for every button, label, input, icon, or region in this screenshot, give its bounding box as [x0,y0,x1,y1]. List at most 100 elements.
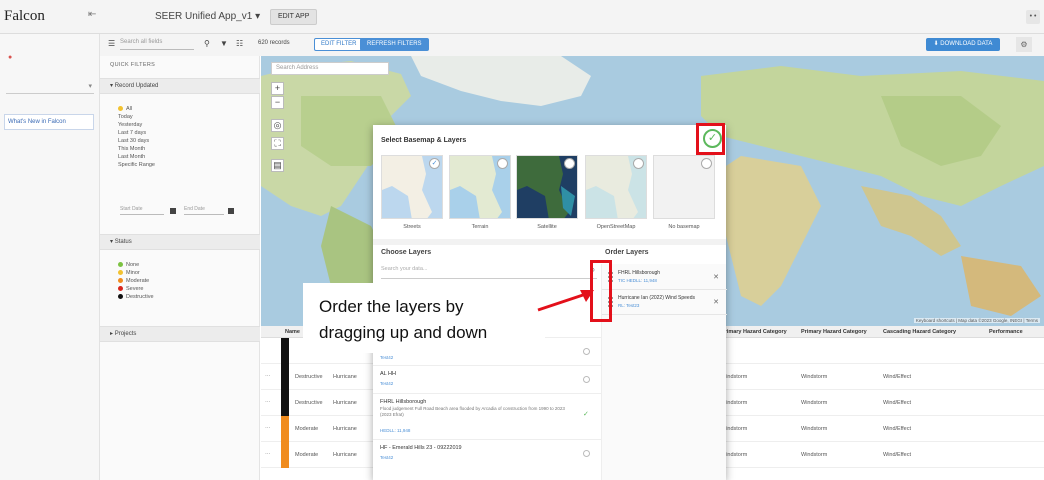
map-search-input[interactable]: Search Address [271,62,389,75]
workspace-select[interactable]: ▾ [6,82,94,94]
radio-icon [633,158,644,169]
status-option[interactable]: Destructive [118,294,154,300]
order-layer-name: FHRL Hillsborough [618,270,661,276]
more-options-button[interactable]: • • [1026,10,1040,24]
whats-new-button[interactable]: What's New in Falcon [4,114,94,130]
radio-icon[interactable] [583,450,590,457]
column-header[interactable]: Primary Hazard Category [801,329,867,335]
radio-icon[interactable] [583,376,590,383]
basemap-openstreetmap[interactable] [585,155,647,219]
layer-meta: Test42 [380,381,394,386]
filter-option[interactable]: Last 30 days [118,138,149,144]
zoom-in-button[interactable]: + [271,82,284,95]
fullscreen-icon[interactable]: ⛶ [271,137,284,150]
locate-icon[interactable]: ◎ [271,119,284,132]
dialog-title: Select Basemap & Layers [381,137,467,144]
cell-status: Moderate [295,426,319,432]
remove-layer-icon[interactable]: ✕ [713,298,719,306]
app-title[interactable]: SEER Unified App_v1 ▾ [155,11,260,22]
remove-layer-icon[interactable]: ✕ [713,273,719,281]
order-layer-item[interactable]: Hurricane Ian (2022) Wind Speeds RL: Tes… [602,291,727,315]
column-header[interactable]: Name [285,329,300,335]
order-layers-panel: FHRL Hillsborough TIC HEDLL: 11,948 ✕ Hu… [601,264,727,480]
settings-icon[interactable]: ⚙ [1016,37,1032,52]
record-updated-section[interactable]: ▾ Record Updated [100,78,260,94]
order-layer-meta: RL: Test23 [618,303,640,308]
layer-search-placeholder: Search your data... [381,266,428,272]
layer-list-item[interactable]: FHRL Hillsborough Flood judgement Full R… [373,393,601,439]
cell-code: Hurricane [333,374,357,380]
filter-option[interactable]: This Month [118,146,145,152]
status-option[interactable]: None [118,262,139,268]
filter-option[interactable]: Last Month [118,154,145,160]
radio-selected-icon [118,106,123,112]
filter-option[interactable]: All [118,106,132,112]
search-input[interactable]: Search all fields [120,39,194,50]
collapse-sidebar-icon[interactable]: ⇤ [88,9,96,20]
cell-code: Hurricane [333,426,357,432]
highlight-confirm-box [696,123,725,155]
refresh-filters-button[interactable]: REFRESH FILTERS [360,38,429,51]
cell-cascading: Wind/Effect [883,426,912,432]
search-icon[interactable]: ⚲ [204,39,210,48]
annotation-arrow [537,290,594,312]
row-expand-icon[interactable]: ⋯ [265,426,271,432]
layer-name: AL HH [380,371,396,377]
row-expand-icon[interactable]: ⋯ [265,400,271,406]
status-section[interactable]: ▾ Status [100,234,260,250]
row-expand-icon[interactable]: ⋯ [265,452,271,458]
section-label: Record Updated [114,83,159,89]
edit-app-button[interactable]: EDIT APP [270,9,318,25]
radio-icon[interactable] [583,348,590,355]
checked-icon[interactable]: ✓ [583,410,589,418]
row-expand-icon[interactable]: ⋯ [265,374,271,380]
status-option[interactable]: Severe [118,286,143,292]
basemap-satellite[interactable] [516,155,578,219]
status-option[interactable]: Minor [118,270,140,276]
layer-list-item[interactable]: HF - Emerald Hills 23 - 09222019 Test42 [373,439,601,467]
end-date-input[interactable]: End Date [184,206,224,215]
download-label: DOWNLOAD DATA [940,41,993,47]
filter-option[interactable]: Specific Range [118,162,155,168]
column-header[interactable]: Primary Hazard Category [721,329,787,335]
chevron-down-icon: ▾ [88,83,92,90]
cell-category: Windstorm [801,400,828,406]
filter-option[interactable]: Last 7 days [118,130,146,136]
section-label: Projects [114,331,137,337]
status-dot [118,270,123,276]
filter-option[interactable]: Yesterday [118,122,142,128]
basemap-streets[interactable]: ✓ [381,155,443,219]
layers-icon[interactable]: ▤ [271,159,284,172]
cell-cascading: Wind/Effect [883,452,912,458]
projects-section[interactable]: ▸ Projects [100,326,260,342]
basemap-terrain[interactable] [449,155,511,219]
cell-category: Windstorm [801,452,828,458]
cell-cascading: Wind/Effect [883,400,912,406]
column-header[interactable]: Performance [989,329,1023,335]
status-dot [118,294,123,300]
download-data-button[interactable]: ⬇ DOWNLOAD DATA [926,38,1000,51]
basemap-none[interactable] [653,155,715,219]
edit-filter-button[interactable]: EDIT FILTER [314,38,364,51]
annotation-callout: Order the layers by dragging up and down [303,283,545,353]
column-header[interactable]: Cascading Hazard Category [883,329,956,335]
layer-list-item[interactable]: AL HH Test42 [373,365,601,393]
app-logo: Falcon [4,8,45,24]
status-option[interactable]: Moderate [118,278,149,284]
status-dot [118,262,123,268]
layer-search-input[interactable]: Search your data... ⚲ [381,266,597,279]
basemap-label: Satellite [537,224,557,230]
order-layer-item[interactable]: FHRL Hillsborough TIC HEDLL: 11,948 ✕ [602,266,727,290]
zoom-out-button[interactable]: − [271,96,284,109]
filter-icon[interactable]: ▼ [220,39,228,48]
choose-layers-heading: Choose Layers [381,249,432,256]
list-view-icon[interactable]: ☰ [108,39,115,48]
status-color-bar [281,416,289,442]
cell-category: Windstorm [801,374,828,380]
start-date-input[interactable]: Start Date [120,206,164,215]
calendar-icon[interactable] [170,208,176,214]
filter-option[interactable]: Today [118,114,133,120]
columns-icon[interactable]: ☷ [236,39,243,48]
option-label: All [126,106,133,112]
calendar-icon[interactable] [228,208,234,214]
